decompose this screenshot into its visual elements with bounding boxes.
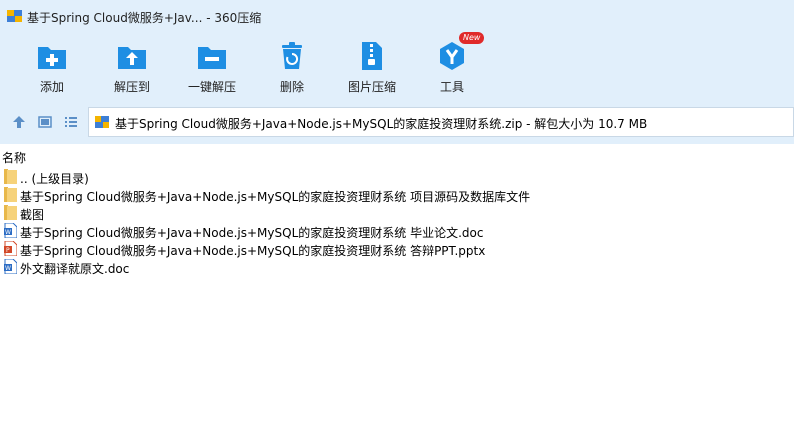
tools-button[interactable]: New 工具 <box>415 32 489 98</box>
list-item-translation-doc[interactable]: W 外文翻译就原文.doc <box>0 258 794 276</box>
list-item-name: 基于Spring Cloud微服务+Java+Node.js+MySQL的家庭投… <box>20 244 486 258</box>
address-field[interactable]: 基于Spring Cloud微服务+Java+Node.js+MySQL的家庭投… <box>88 107 794 137</box>
view-thumbnail-icon[interactable] <box>38 115 52 129</box>
list-item-name: 基于Spring Cloud微服务+Java+Node.js+MySQL的家庭投… <box>20 226 484 240</box>
file-list: .. (上级目录) 基于Spring Cloud微服务+Java+Node.js… <box>0 168 794 276</box>
folder-icon <box>4 187 17 202</box>
tools-label: 工具 <box>439 80 464 94</box>
list-item-source-folder[interactable]: 基于Spring Cloud微服务+Java+Node.js+MySQL的家庭投… <box>0 186 794 204</box>
archive-app-icon <box>7 10 22 22</box>
window-title: 基于Spring Cloud微服务+Jav... - 360压缩 <box>27 11 262 25</box>
column-header-name[interactable]: 名称 <box>0 145 794 165</box>
list-item-name: .. (上级目录) <box>20 172 89 186</box>
word-doc-icon: W <box>4 259 17 274</box>
add-button[interactable]: 添加 <box>15 36 89 98</box>
up-arrow-icon[interactable] <box>12 115 26 129</box>
tools-hexagon-icon <box>440 42 464 70</box>
trash-icon <box>282 42 302 69</box>
svg-text:W: W <box>5 265 11 272</box>
list-item-name: 基于Spring Cloud微服务+Java+Node.js+MySQL的家庭投… <box>20 190 531 204</box>
address-text: 基于Spring Cloud微服务+Java+Node.js+MySQL的家庭投… <box>115 117 648 131</box>
address-bar: 基于Spring Cloud微服务+Java+Node.js+MySQL的家庭投… <box>0 104 794 140</box>
list-item-name: 截图 <box>20 208 45 222</box>
add-folder-icon <box>38 47 66 69</box>
one-click-extract-button[interactable]: 一键解压 <box>175 36 249 98</box>
powerpoint-icon: P <box>4 241 17 256</box>
word-doc-icon: W <box>4 223 17 238</box>
one-click-extract-label: 一键解压 <box>187 80 236 94</box>
toolbar: 添加 解压到 一键解压 删除 图片压缩 New 工具 <box>0 32 794 98</box>
svg-text:W: W <box>5 229 11 236</box>
folder-icon <box>4 169 17 184</box>
zip-archive-icon <box>95 116 109 128</box>
list-item-screenshot-folder[interactable]: 截图 <box>0 204 794 222</box>
column-name-label: 名称 <box>2 151 27 165</box>
delete-button[interactable]: 删除 <box>255 36 329 98</box>
new-badge: New <box>459 32 485 44</box>
add-label: 添加 <box>39 80 64 94</box>
title-bar: 基于Spring Cloud微服务+Jav... - 360压缩 <box>0 0 794 32</box>
folder-icon <box>4 205 17 220</box>
view-list-icon[interactable] <box>64 115 78 129</box>
extract-to-button[interactable]: 解压到 <box>95 36 169 98</box>
image-compress-button[interactable]: 图片压缩 <box>335 36 409 98</box>
list-item-name: 外文翻译就原文.doc <box>20 262 130 276</box>
svg-text:P: P <box>6 247 10 254</box>
extract-folder-icon <box>118 47 146 69</box>
extract-to-label: 解压到 <box>113 80 150 94</box>
list-item-defense-pptx[interactable]: P 基于Spring Cloud微服务+Java+Node.js+MySQL的家… <box>0 240 794 258</box>
list-item-parent-dir[interactable]: .. (上级目录) <box>0 168 794 186</box>
list-item-thesis-doc[interactable]: W 基于Spring Cloud微服务+Java+Node.js+MySQL的家… <box>0 222 794 240</box>
one-click-extract-icon <box>198 47 226 69</box>
header-area: 基于Spring Cloud微服务+Jav... - 360压缩 添加 解压到 … <box>0 0 794 144</box>
image-compress-icon <box>362 42 382 70</box>
image-compress-label: 图片压缩 <box>347 80 396 94</box>
delete-label: 删除 <box>279 80 304 94</box>
